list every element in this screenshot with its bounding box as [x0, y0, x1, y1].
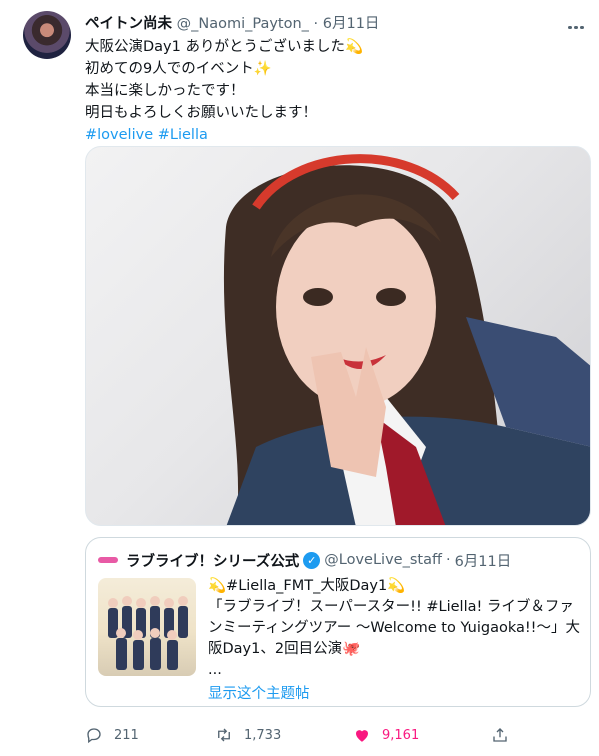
share-button[interactable]: [491, 724, 520, 746]
more-icon[interactable]: [568, 14, 588, 29]
account-logo-icon: [98, 557, 118, 563]
quote-date[interactable]: 6月11日: [455, 550, 512, 571]
tweet-text-line: 大阪公演Day1 ありがとうございました💫: [85, 39, 364, 55]
group-photo-illustration: [108, 596, 188, 670]
retweet-icon: [218, 728, 230, 742]
quote-separator-dot: ·: [445, 552, 451, 568]
user-handle[interactable]: @_Naomi_Payton_: [177, 16, 309, 32]
quote-text: 💫#Liella_FMT_大阪Day1💫 「ラブライブ！スーパースター!! #L…: [208, 576, 583, 681]
quote-text-line: ンミーティングツアー ～Welcome to Yuigaoka!!～」大: [208, 620, 580, 636]
quote-thumbnail[interactable]: [98, 578, 196, 676]
hashtags: #lovelive #Liella: [85, 124, 565, 146]
hashtag-lovelive[interactable]: #lovelive: [85, 127, 153, 143]
heart-icon: [356, 730, 368, 742]
quote-text-line: 阪Day1、2回目公演🐙: [208, 641, 361, 657]
tweet-text-line: 初めての9人でのイベント✨: [85, 61, 272, 77]
retweet-count: 1,733: [244, 727, 282, 743]
tweet-text: 大阪公演Day1 ありがとうございました💫 初めての9人でのイベント✨ 本当に楽…: [85, 36, 565, 146]
quote-text-line: 💫#Liella_FMT_大阪Day1💫: [208, 578, 406, 594]
quote-handle[interactable]: @LoveLive_staff: [324, 552, 442, 568]
hashtag-liella[interactable]: #Liella: [158, 127, 208, 143]
tweet-text-line: 本当に楽しかったです！: [85, 83, 245, 99]
retweet-button[interactable]: 1,733: [215, 724, 281, 746]
tweet-header: ペイトン尚未 @_Naomi_Payton_ · 6月11日: [85, 12, 379, 32]
display-name[interactable]: ペイトン尚未: [85, 16, 172, 32]
avatar[interactable]: [23, 11, 71, 59]
tweet-text-line: 明日もよろしくお願いいたします！: [85, 105, 317, 121]
action-bar: 211 1,733 9,161: [85, 724, 591, 746]
quoted-tweet[interactable]: ラブライブ！シリーズ公式 ✓ @LoveLive_staff · 6月11日 💫…: [85, 537, 591, 707]
verified-badge-icon: ✓: [303, 551, 321, 569]
quote-text-line: ...: [208, 662, 222, 678]
photo-illustration: [223, 154, 590, 525]
quote-header: ラブライブ！シリーズ公式 ✓ @LoveLive_staff · 6月11日: [98, 550, 511, 570]
quote-text-line: 「ラブライブ！スーパースター!! #Liella! ライブ＆ファ: [208, 599, 574, 615]
reply-button[interactable]: 211: [85, 724, 139, 746]
quote-display-name[interactable]: ラブライブ！シリーズ公式: [126, 550, 299, 571]
like-button[interactable]: 9,161: [353, 724, 419, 746]
tweet-date[interactable]: 6月11日: [323, 16, 380, 32]
like-count: 9,161: [382, 727, 420, 743]
reply-icon: [87, 728, 101, 744]
tweet-photo[interactable]: [85, 146, 591, 526]
share-icon: [493, 728, 507, 742]
reply-count: 211: [114, 727, 139, 743]
separator-dot: ·: [313, 16, 319, 32]
show-thread-link[interactable]: 显示这个主题帖: [208, 682, 310, 703]
